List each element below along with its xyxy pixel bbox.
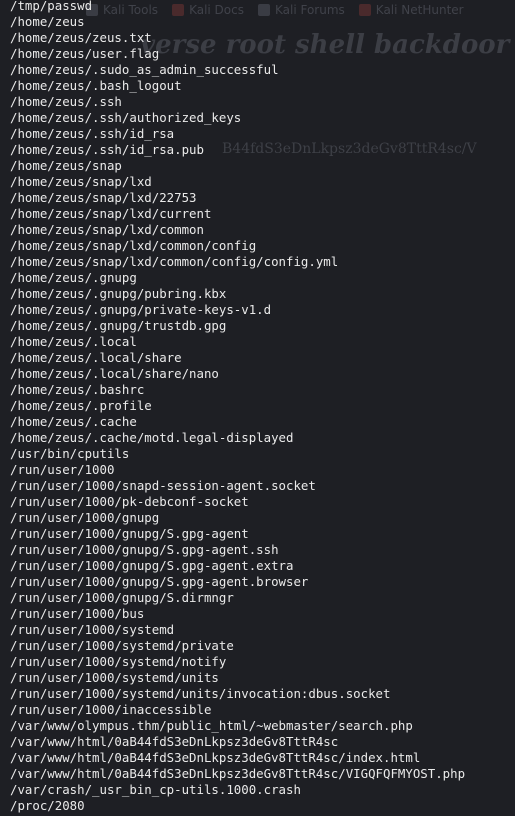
terminal-line: /home/zeus/.gnupg/trustdb.gpg (10, 318, 227, 333)
terminal-line: /var/crash/_usr_bin_cp-utils.1000.crash (10, 782, 301, 797)
terminal-line: /home/zeus/.cache/motd.legal-displayed (10, 430, 294, 445)
terminal-line: /run/user/1000/inaccessible (10, 702, 212, 717)
terminal-line: /run/user/1000/systemd/units (10, 670, 219, 685)
terminal-line: /home/zeus/.bashrc (10, 382, 145, 397)
terminal-line: /run/user/1000/gnupg/S.gpg-agent.extra (10, 558, 294, 573)
terminal-line: /run/user/1000/gnupg/S.dirmngr (10, 590, 234, 605)
terminal-line: /home/zeus/snap (10, 158, 122, 173)
terminal-line: /home/zeus/.profile (10, 398, 152, 413)
terminal-line: /proc/2080 (10, 798, 85, 813)
terminal-line: /run/user/1000 (10, 462, 115, 477)
terminal-line: /home/zeus/snap/lxd/22753 (10, 190, 197, 205)
terminal-line: /home/zeus (10, 14, 85, 29)
terminal-output[interactable]: /tmp/passwd/home/zeus/home/zeus/zeus.txt… (0, 0, 515, 816)
terminal-line: /home/zeus/snap/lxd/current (10, 206, 212, 221)
terminal-line: /run/user/1000/pk-debconf-socket (10, 494, 249, 509)
terminal-line: /run/user/1000/gnupg/S.gpg-agent.browser (10, 574, 309, 589)
terminal-line: /home/zeus/.gnupg/private-keys-v1.d (10, 302, 272, 317)
terminal-line: /home/zeus/user.flag (10, 46, 160, 61)
terminal-line: /home/zeus/.ssh (10, 94, 122, 109)
terminal-line: /home/zeus/snap/lxd/common (10, 222, 204, 237)
terminal-line: /run/user/1000/snapd-session-agent.socke… (10, 478, 316, 493)
terminal-line: /run/user/1000/systemd/units/invocation:… (10, 686, 391, 701)
terminal-line: /home/zeus/.local/share (10, 350, 182, 365)
terminal-line: /var/www/olympus.thm/public_html/~webmas… (10, 718, 413, 733)
terminal-line: /home/zeus/snap/lxd/common/config/config… (10, 254, 339, 269)
terminal-line: /home/zeus/.gnupg (10, 270, 137, 285)
terminal-line: /var/www/html/0aB44fdS3eDnLkpsz3deGv8Ttt… (10, 734, 339, 749)
terminal-line: /var/www/html/0aB44fdS3eDnLkpsz3deGv8Ttt… (10, 766, 466, 781)
terminal-line: /home/zeus/.local (10, 334, 137, 349)
terminal-line: /run/user/1000/systemd/notify (10, 654, 227, 669)
terminal-line: /run/user/1000/gnupg (10, 510, 160, 525)
terminal-line: /home/zeus/snap/lxd/common/config (10, 238, 257, 253)
terminal-line: /home/zeus/.gnupg/pubring.kbx (10, 286, 227, 301)
terminal-line: /run/user/1000/gnupg/S.gpg-agent.ssh (10, 542, 279, 557)
terminal-line: /home/zeus/.bash_logout (10, 78, 182, 93)
terminal-line: /home/zeus/.cache (10, 414, 137, 429)
terminal-line: /home/zeus/.ssh/id_rsa.pub (10, 142, 204, 157)
terminal-line: /home/zeus/.sudo_as_admin_successful (10, 62, 279, 77)
terminal-line: /home/zeus/.ssh/authorized_keys (10, 110, 242, 125)
terminal-line: /run/user/1000/systemd (10, 622, 175, 637)
terminal-line: /tmp/passwd (10, 0, 93, 13)
terminal-line: /run/user/1000/bus (10, 606, 145, 621)
terminal-line: /run/user/1000/systemd/private (10, 638, 234, 653)
terminal-line: /home/zeus/.local/share/nano (10, 366, 219, 381)
terminal-line: /home/zeus/zeus.txt (10, 30, 152, 45)
terminal-line: /run/user/1000/gnupg/S.gpg-agent (10, 526, 249, 541)
terminal-line: /usr/bin/cputils (10, 446, 130, 461)
terminal-window[interactable]: Kali Tools Kali Docs Kali Forums Kali Ne… (0, 0, 515, 816)
terminal-line: /home/zeus/.ssh/id_rsa (10, 126, 175, 141)
terminal-line: /var/www/html/0aB44fdS3eDnLkpsz3deGv8Ttt… (10, 750, 421, 765)
terminal-line: /home/zeus/snap/lxd (10, 174, 152, 189)
